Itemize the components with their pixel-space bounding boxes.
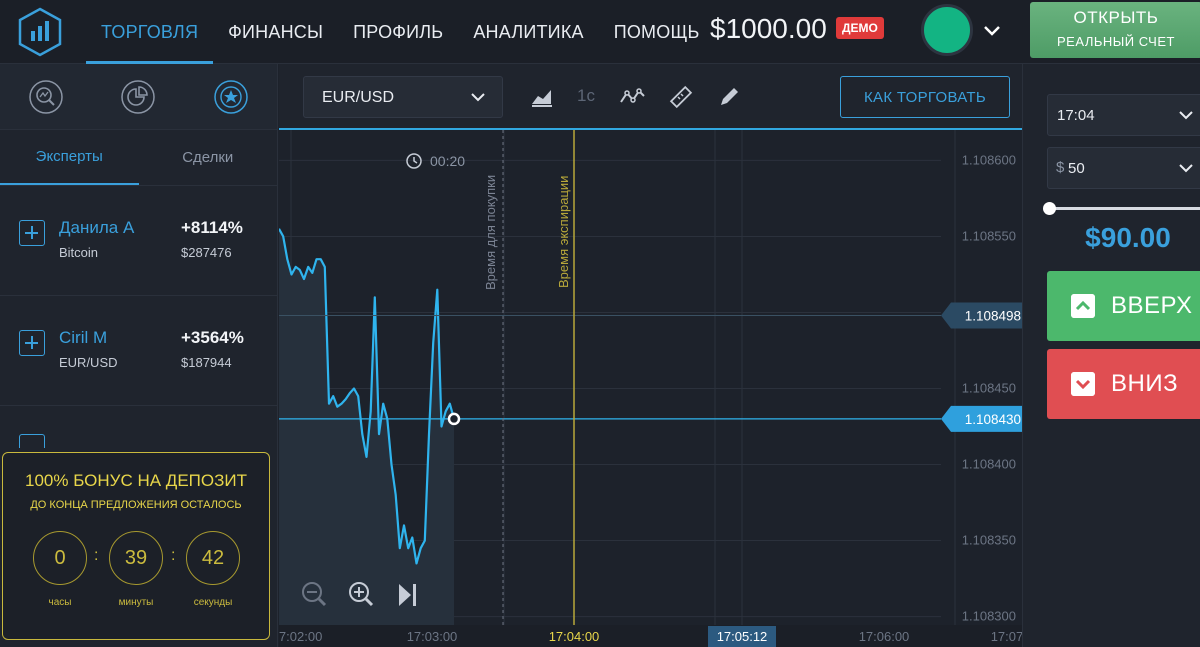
y-tick-label: 1.108600: [962, 152, 1016, 167]
trade-up-label: ВВЕРХ: [1111, 292, 1193, 319]
expert-asset: EUR/USD: [59, 355, 118, 370]
how-to-trade-button[interactable]: КАК ТОРГОВАТЬ: [840, 76, 1010, 118]
y-tick-label: 1.108550: [962, 228, 1016, 243]
x-tick-label: 17:05:12: [717, 629, 768, 644]
trade-down-label: ВНИЗ: [1111, 370, 1179, 397]
account-balance[interactable]: $1000.00: [710, 13, 827, 45]
y-tick-label: 1.108300: [962, 609, 1016, 624]
right-panel: 17:04 $ 50 $90.00 ВВЕРХ ВНИЗ: [1022, 64, 1200, 647]
currency-symbol: $: [1056, 159, 1065, 176]
expiry-time-value: 17:04: [1057, 107, 1095, 124]
arrow-down-icon: [1071, 372, 1095, 396]
nav-profile[interactable]: ПРОФИЛЬ: [338, 0, 458, 64]
timer-seconds-label: секунды: [193, 597, 233, 608]
expert-item[interactable]: Ciril M EUR/USD +3564% $187944: [0, 296, 277, 406]
trade-down-button[interactable]: ВНИЗ: [1047, 349, 1200, 419]
nav-analytics[interactable]: АНАЛИТИКА: [458, 0, 598, 64]
y-tick-label: 1.108450: [962, 381, 1016, 396]
bonus-subtitle: ДО КОНЦА ПРЕДЛОЖЕНИЯ ОСТАЛОСЬ: [30, 499, 242, 511]
add-expert-icon[interactable]: [19, 220, 45, 246]
search-chart-icon[interactable]: [28, 79, 64, 115]
tab-experts[interactable]: Эксперты: [0, 130, 139, 185]
expert-amount: $287476: [181, 245, 232, 260]
amount-slider-handle[interactable]: [1043, 202, 1056, 215]
x-tick-label: 17:07:00: [991, 629, 1022, 644]
chevron-down-icon: [1179, 164, 1193, 173]
amount-slider[interactable]: [1049, 207, 1200, 210]
timer-seconds: 42: [186, 531, 240, 585]
expert-percent: +8114%: [181, 218, 243, 237]
expiry-time-select[interactable]: 17:04: [1047, 94, 1200, 136]
trade-up-button[interactable]: ВВЕРХ: [1047, 271, 1200, 341]
star-icon[interactable]: [213, 79, 249, 115]
timer-separator: :: [94, 547, 99, 564]
left-icon-bar: [0, 64, 277, 130]
expert-item[interactable]: Данила А Bitcoin +8114% $287476: [0, 186, 277, 296]
chevron-down-icon: [1179, 111, 1193, 120]
timer-separator: :: [171, 547, 176, 564]
reference-price-label: 1.108498: [965, 309, 1021, 324]
expert-name[interactable]: Ciril M: [59, 328, 107, 348]
x-tick-label: 17:02:00: [279, 629, 322, 644]
chart-toolbar: EUR/USD 1с КАК ТОРГОВАТЬ: [279, 64, 1022, 130]
timer-minutes-label: минуты: [118, 597, 154, 608]
add-expert-icon[interactable]: [19, 434, 45, 448]
price-chart-svg[interactable]: 1.1086001.1085501.1085001.1084501.108400…: [279, 130, 1022, 647]
timeframe-selector[interactable]: 1с: [577, 86, 595, 106]
expert-percent: +3564%: [181, 328, 244, 347]
countdown-timer: 0 : 39 : 42 часы минуты секунды: [3, 531, 269, 608]
tab-deals[interactable]: Сделки: [139, 130, 278, 185]
demo-badge: ДЕМО: [836, 17, 884, 39]
asset-pair-value: EUR/USD: [322, 89, 395, 106]
countdown-value: 00:20: [430, 153, 465, 169]
investment-amount-field[interactable]: $ 50: [1047, 147, 1200, 189]
main-nav: ТОРГОВЛЯ ФИНАНСЫ ПРОФИЛЬ АНАЛИТИКА ПОМОЩ…: [86, 0, 715, 64]
open-real-account-button[interactable]: ОТКРЫТЬ РЕАЛЬНЫЙ СЧЕТ: [1030, 2, 1200, 58]
chevron-down-icon: [471, 93, 485, 102]
nav-finance[interactable]: ФИНАНСЫ: [213, 0, 338, 64]
expiration-time-label: Время экспирации: [556, 176, 571, 288]
left-tabs: Эксперты Сделки: [0, 130, 277, 186]
current-price-label: 1.108430: [965, 412, 1021, 427]
payout-amount: $90.00: [1085, 222, 1171, 253]
expert-amount: $187944: [181, 355, 232, 370]
price-chart[interactable]: 1.1086001.1085501.1085001.1084501.108400…: [279, 130, 1022, 647]
nav-trading[interactable]: ТОРГОВЛЯ: [86, 0, 214, 64]
pencil-icon[interactable]: [716, 84, 742, 110]
trading-app: ТОРГОВЛЯ ФИНАНСЫ ПРОФИЛЬ АНАЛИТИКА ПОМОЩ…: [0, 0, 1200, 647]
arrow-up-icon: [1071, 294, 1095, 318]
x-tick-label: 17:06:00: [859, 629, 910, 644]
timer-minutes: 39: [109, 531, 163, 585]
chevron-down-icon[interactable]: [980, 18, 1004, 42]
x-tick-label: 17:03:00: [407, 629, 458, 644]
expert-name[interactable]: Данила А: [59, 218, 134, 238]
indicators-icon[interactable]: [619, 84, 645, 110]
pie-chart-icon[interactable]: [120, 79, 156, 115]
y-tick-label: 1.108400: [962, 457, 1016, 472]
asset-pair-select[interactable]: EUR/USD: [303, 76, 503, 118]
timer-hours: 0: [33, 531, 87, 585]
open-real-label-1: ОТКРЫТЬ: [1073, 8, 1159, 27]
ruler-icon[interactable]: [668, 84, 694, 110]
expert-asset: Bitcoin: [59, 245, 99, 260]
logo-icon[interactable]: [14, 6, 66, 58]
bonus-title: 100% БОНУС НА ДЕПОЗИТ: [25, 471, 247, 490]
y-tick-label: 1.108350: [962, 533, 1016, 548]
top-bar: ТОРГОВЛЯ ФИНАНСЫ ПРОФИЛЬ АНАЛИТИКА ПОМОЩ…: [0, 0, 1200, 64]
avatar[interactable]: [921, 4, 973, 56]
area-chart-icon[interactable]: [529, 84, 555, 110]
purchase-time-label: Время для покупки: [483, 175, 498, 290]
nav-help[interactable]: ПОМОЩЬ: [599, 0, 715, 64]
x-tick-label: 17:04:00: [549, 629, 600, 644]
bonus-offer-panel[interactable]: 100% БОНУС НА ДЕПОЗИТ ДО КОНЦА ПРЕДЛОЖЕН…: [2, 452, 270, 640]
current-price-point: [447, 412, 461, 426]
investment-amount-value: 50: [1068, 160, 1085, 177]
timer-hours-label: часы: [48, 597, 72, 608]
price-area-fill: [279, 228, 454, 626]
add-expert-icon[interactable]: [19, 330, 45, 356]
time-axis: [279, 625, 1022, 647]
open-real-label-2: РЕАЛЬНЫЙ СЧЕТ: [1057, 34, 1175, 49]
